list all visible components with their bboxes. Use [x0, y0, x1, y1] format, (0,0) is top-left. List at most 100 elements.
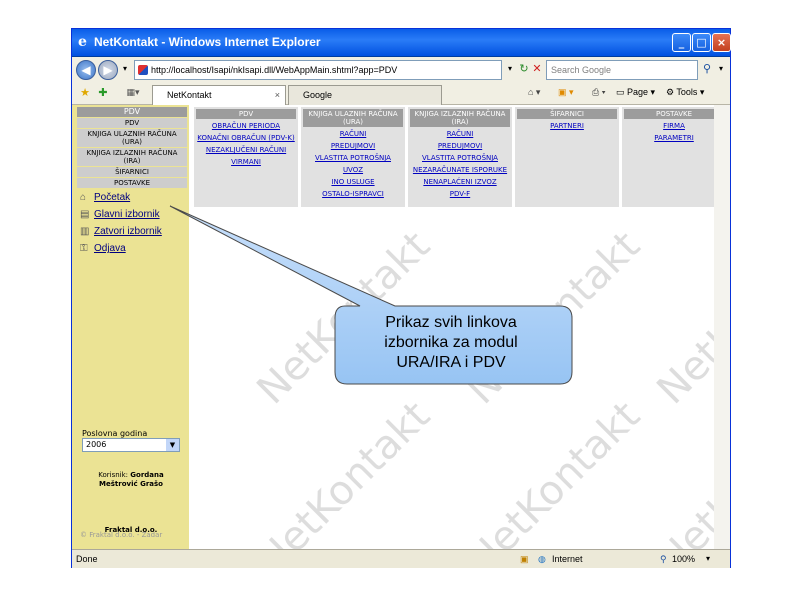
- vertical-scrollbar[interactable]: [714, 105, 730, 549]
- menu-column-postavke: POSTAVKE FIRMA PARAMETRI: [622, 107, 726, 207]
- menu-link[interactable]: PDV-F: [408, 190, 512, 198]
- zoom-level[interactable]: 100%: [672, 550, 695, 568]
- home-icon[interactable]: ⌂ ▾: [528, 87, 540, 98]
- stop-icon[interactable]: ✕: [530, 60, 544, 80]
- logout-link[interactable]: ⚿ Odjava: [80, 242, 162, 259]
- maximize-button[interactable]: □: [692, 33, 711, 52]
- home-link[interactable]: ⌂ Početak: [80, 191, 162, 208]
- menu-link[interactable]: RAČUNI: [408, 130, 512, 138]
- tab-google[interactable]: Google: [288, 85, 442, 105]
- close-menu-link[interactable]: ▥ Zatvori izbornik: [80, 225, 162, 242]
- tab-netkontakt[interactable]: NetKontakt ×: [152, 85, 286, 105]
- window-title: NetKontakt - Windows Internet Explorer: [94, 35, 321, 49]
- chevron-down-icon[interactable]: ▼: [166, 439, 179, 451]
- address-text: http://localhost/Isapi/nkIsapi.dll/WebAp…: [151, 65, 398, 75]
- sidebar-nav-sifarnici[interactable]: ŠIFARNICI: [77, 167, 187, 178]
- close-tab-icon[interactable]: ×: [275, 86, 280, 104]
- tab-label: Google: [303, 90, 333, 100]
- sidebar-nav: PDV PDV KNJIGA ULAZNIH RAČUNA (URA) KNJI…: [77, 107, 187, 189]
- menu-link[interactable]: VIRMANI: [194, 158, 298, 166]
- menu-column-sifarnici: ŠIFARNICI PARTNERI: [515, 107, 619, 207]
- main-menu-link[interactable]: ▤ Glavni izbornik: [80, 208, 162, 225]
- year-value: 2006: [86, 440, 107, 449]
- menu-link[interactable]: PREDUJMOVI: [408, 142, 512, 150]
- title-bar: e NetKontakt - Windows Internet Explorer…: [72, 29, 731, 57]
- menu-link[interactable]: INO USLUGE: [301, 178, 405, 186]
- main-menu-link-label: Glavni izbornik: [94, 209, 160, 220]
- year-label: Poslovna godina: [82, 429, 148, 438]
- history-dropdown-icon[interactable]: ▾: [120, 60, 130, 80]
- callout-text: Prikaz svih linkova izbornika za modul U…: [331, 313, 571, 373]
- watermark: NetKontakt: [248, 392, 439, 549]
- module-menu: PDV OBRAČUN PERIODA KONAČNI OBRAČUN (PDV…: [194, 107, 730, 207]
- menu-column-pdv: PDV OBRAČUN PERIODA KONAČNI OBRAČUN (PDV…: [194, 107, 298, 207]
- add-favorite-icon[interactable]: ✚: [96, 84, 110, 104]
- page-menu[interactable]: ▭ Page ▾: [616, 87, 655, 98]
- search-input[interactable]: Search Google: [546, 60, 698, 80]
- menu-link[interactable]: VLASTITA POTROŠNJA: [408, 154, 512, 162]
- logout-link-label: Odjava: [94, 243, 126, 254]
- minimize-button[interactable]: _: [672, 33, 691, 52]
- status-bar: Done ▣ ◍ Internet ⚲ 100% ▾: [72, 549, 730, 568]
- sidebar-nav-pdv[interactable]: PDV: [77, 118, 187, 129]
- close-menu-link-label: Zatvori izbornik: [94, 226, 162, 237]
- back-button[interactable]: ◀: [76, 60, 96, 80]
- quick-tabs-icon[interactable]: ▦▾: [122, 84, 144, 104]
- zone-text: Internet: [552, 554, 583, 564]
- close-menu-icon: ▥: [80, 226, 90, 237]
- user-info: Korisnik: Gordana Meštrović Grašo: [80, 471, 182, 489]
- sidebar-nav-header: PDV: [77, 107, 187, 118]
- popup-blocker-icon: ▣: [520, 554, 529, 564]
- navigation-bar: ◀ ▶ ▾ http://localhost/Isapi/nkIsapi.dll…: [72, 57, 730, 83]
- menu-link[interactable]: PARAMETRI: [622, 134, 726, 142]
- menu-link[interactable]: OBRAČUN PERIODA: [194, 122, 298, 130]
- close-button[interactable]: ×: [712, 33, 731, 52]
- menu-link[interactable]: NENAPLAĆENI IZVOZ: [408, 178, 512, 186]
- menu-header: ŠIFARNICI: [517, 109, 617, 119]
- sidebar-nav-postavke[interactable]: POSTAVKE: [77, 178, 187, 189]
- zoom-dropdown-icon[interactable]: ▾: [706, 550, 710, 568]
- menu-link[interactable]: KONAČNI OBRAČUN (PDV-K): [194, 134, 298, 142]
- favorites-star-icon[interactable]: ★: [78, 84, 92, 104]
- sidebar-nav-ura[interactable]: KNJIGA ULAZNIH RAČUNA (URA): [77, 129, 187, 148]
- zoom-icon[interactable]: ⚲: [660, 550, 667, 568]
- forward-button[interactable]: ▶: [98, 60, 118, 80]
- menu-link[interactable]: NEZARAČUNATE ISPORUKE: [408, 166, 512, 174]
- tab-label: NetKontakt: [167, 90, 212, 100]
- menu-link[interactable]: RAČUNI: [301, 130, 405, 138]
- sidebar-links: ⌂ Početak ▤ Glavni izbornik ▥ Zatvori iz…: [80, 191, 162, 259]
- page-menu-label: Page: [627, 87, 649, 97]
- year-select[interactable]: 2006 ▼: [82, 438, 180, 452]
- menu-link[interactable]: UVOZ: [301, 166, 405, 174]
- browser-window: e NetKontakt - Windows Internet Explorer…: [71, 28, 731, 568]
- callout-line: URA/IRA i PDV: [396, 354, 506, 371]
- tools-menu[interactable]: ⚙ Tools ▾: [666, 87, 704, 98]
- home-link-label: Početak: [94, 192, 131, 203]
- menu-link[interactable]: PREDUJMOVI: [301, 142, 405, 150]
- home-icon: ⌂: [80, 192, 87, 203]
- menu-link[interactable]: FIRMA: [622, 122, 726, 130]
- search-options-icon[interactable]: ▾: [716, 60, 726, 80]
- menu-link[interactable]: VLASTITA POTROŠNJA: [301, 154, 405, 162]
- address-dropdown-icon[interactable]: ▾: [504, 60, 516, 80]
- menu-link[interactable]: OSTALO-ISPRAVCI: [301, 190, 405, 198]
- menu-column-ura: KNJIGA ULAZNIH RAČUNA (URA) RAČUNI PREDU…: [301, 107, 405, 207]
- address-bar[interactable]: http://localhost/Isapi/nkIsapi.dll/WebAp…: [134, 60, 502, 80]
- page-icon: [138, 65, 148, 75]
- menu-column-ira: KNJIGA IZLAZNIH RAČUNA (IRA) RAČUNI PRED…: [408, 107, 512, 207]
- tools-menu-label: Tools: [676, 87, 698, 97]
- sidebar-nav-ira[interactable]: KNJIGA IZLAZNIH RAČUNA (IRA): [77, 148, 187, 167]
- callout-line: Prikaz svih linkova: [385, 314, 517, 331]
- print-icon[interactable]: ⎙ ▾: [592, 87, 605, 98]
- menu-header: PDV: [196, 109, 296, 119]
- menu-header: KNJIGA ULAZNIH RAČUNA (URA): [303, 109, 403, 127]
- menu-link[interactable]: PARTNERI: [515, 122, 619, 130]
- refresh-icon[interactable]: ↻: [518, 60, 530, 80]
- callout-line: izbornika za modul: [384, 334, 518, 351]
- logout-icon: ⚿: [80, 243, 88, 254]
- search-icon[interactable]: ⚲: [700, 60, 714, 80]
- globe-icon: ◍: [538, 554, 546, 564]
- menu-icon: ▤: [80, 209, 90, 220]
- feeds-icon[interactable]: ▣ ▾: [558, 87, 574, 98]
- menu-link[interactable]: NEZAKLJUČENI RAČUNI: [194, 146, 298, 154]
